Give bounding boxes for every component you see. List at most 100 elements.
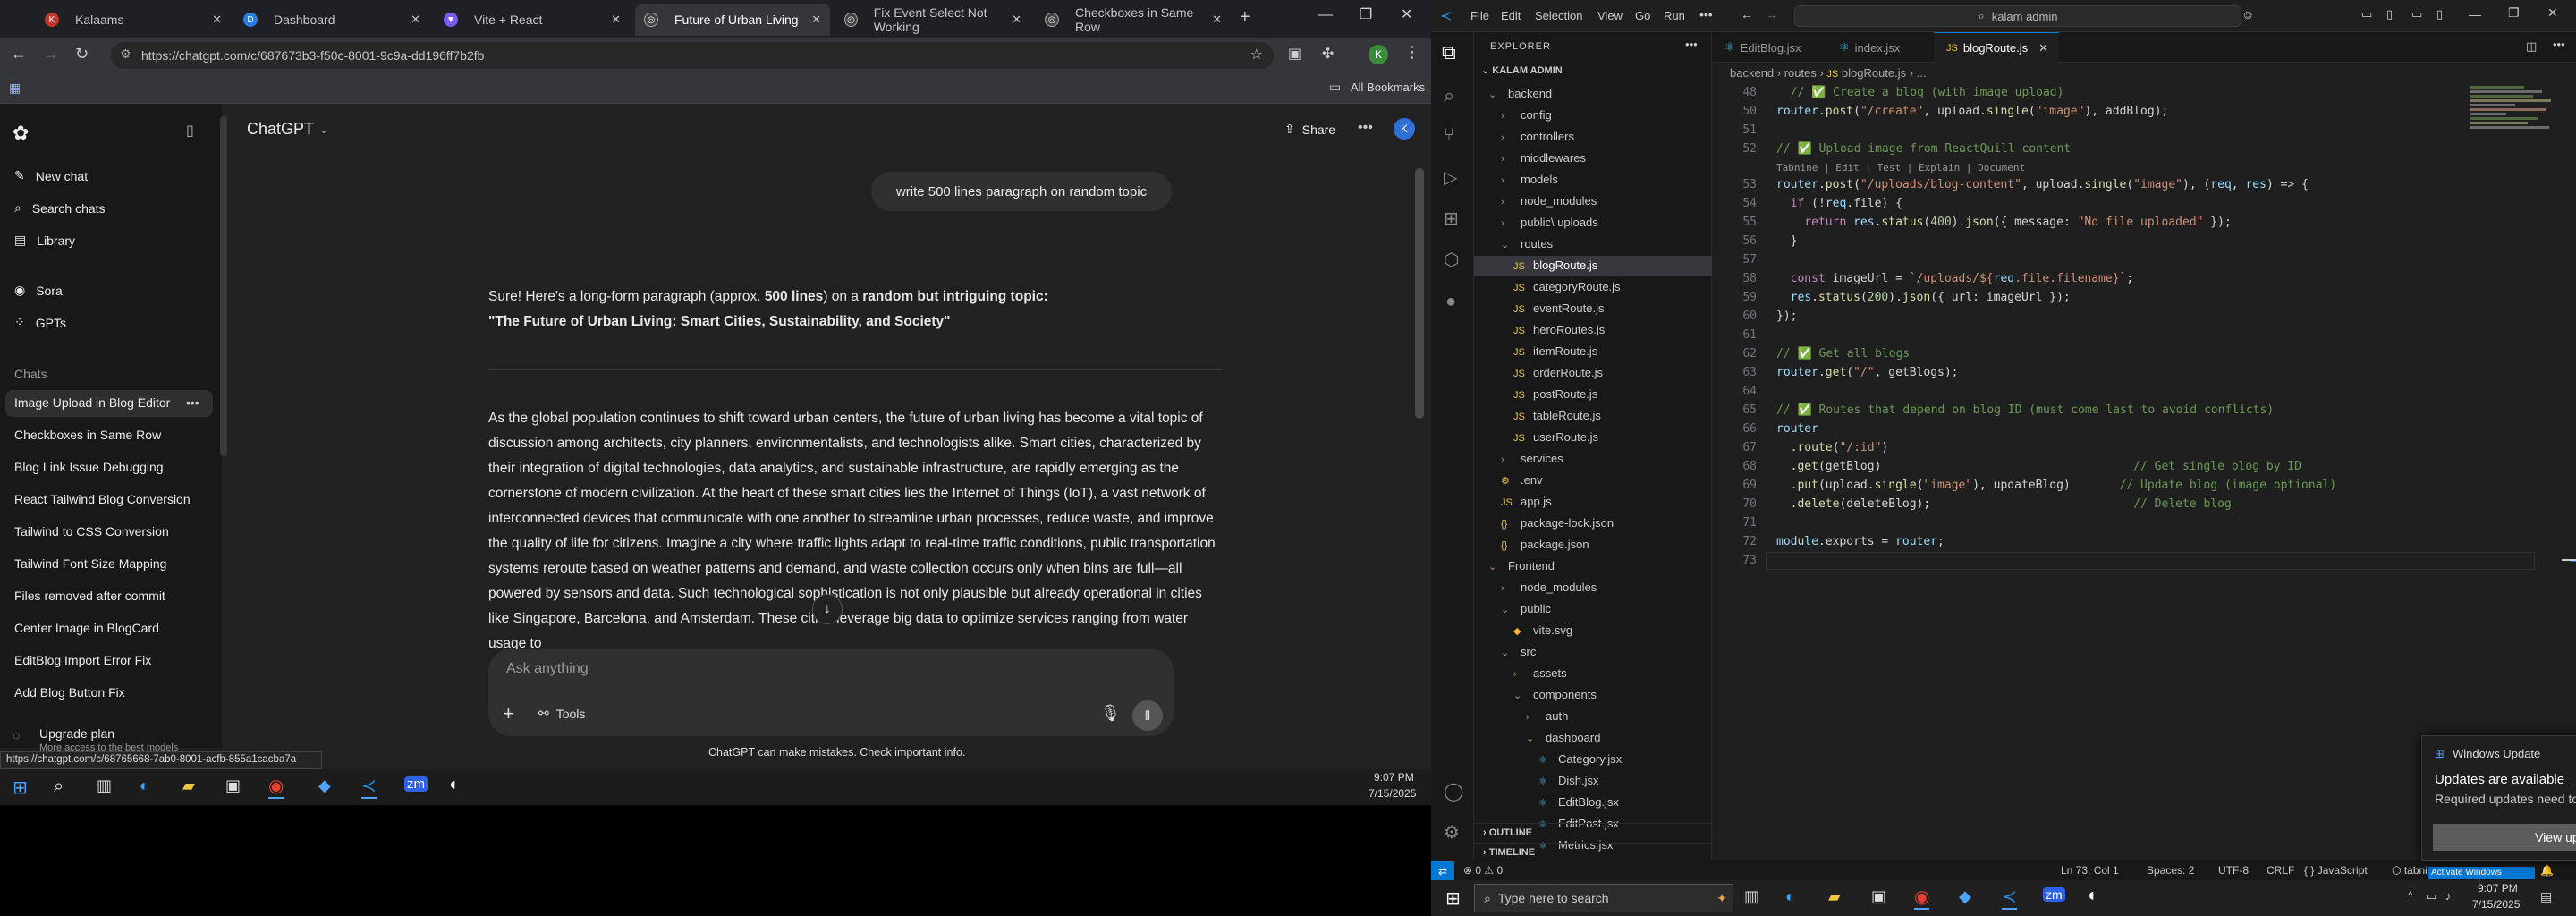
- tree-folder[interactable]: ⌄ backend: [1474, 84, 1712, 104]
- command-center-search[interactable]: ⌕ kalam admin: [1794, 5, 2241, 27]
- tree-folder[interactable]: › node_modules: [1474, 191, 1712, 211]
- code-line[interactable]: // ✅ Upload image from ReactQuill conten…: [1776, 140, 2071, 157]
- chat-item[interactable]: Add Blog Button Fix: [14, 685, 125, 700]
- workspace-header[interactable]: ⌄ KALAM ADMIN: [1481, 64, 1563, 76]
- notification-center-icon[interactable]: ▤: [2540, 889, 2552, 904]
- app-icon[interactable]: ◆: [318, 776, 331, 795]
- task-view-icon[interactable]: ▥: [1744, 887, 1759, 906]
- breadcrumb-item[interactable]: backend: [1730, 66, 1774, 80]
- tree-folder[interactable]: › models: [1474, 170, 1712, 190]
- volume-icon[interactable]: ♪: [2445, 889, 2452, 903]
- tree-folder[interactable]: › controllers: [1474, 127, 1712, 147]
- close-tab-icon[interactable]: ✕: [811, 13, 821, 27]
- tree-folder[interactable]: ⌄ src: [1474, 642, 1712, 662]
- timeline-section[interactable]: › TIMELINE: [1474, 843, 1712, 862]
- code-line[interactable]: });: [1776, 308, 1797, 325]
- tree-file[interactable]: {} package.json: [1474, 535, 1712, 555]
- close-window-icon[interactable]: ✕: [1401, 5, 1412, 23]
- code-line[interactable]: if (!req.file) {: [1776, 195, 1902, 212]
- chat-item[interactable]: Tailwind Font Size Mapping: [14, 556, 166, 571]
- forward-icon[interactable]: →: [43, 45, 59, 64]
- code-line[interactable]: // ✅ Get all blogs: [1776, 345, 1910, 362]
- chat-options-icon[interactable]: •••: [186, 395, 199, 410]
- tree-file[interactable]: JS orderRoute.js: [1474, 363, 1712, 383]
- code-line[interactable]: }: [1776, 233, 1798, 250]
- tree-folder[interactable]: ⌄ public: [1474, 599, 1712, 619]
- new-tab-icon[interactable]: +: [1240, 7, 1250, 28]
- gpts-button[interactable]: ⁘ GPTs: [14, 315, 66, 330]
- settings-gear-icon[interactable]: ⚙: [1444, 821, 1460, 844]
- app-icon[interactable]: ◖: [2086, 886, 2097, 906]
- windows-start-icon[interactable]: ⊞: [13, 776, 28, 799]
- tray-chevron-icon[interactable]: ^: [2408, 889, 2413, 902]
- code-line[interactable]: // ✅ Create a blog (with image upload): [1776, 84, 2064, 101]
- split-editor-icon[interactable]: ◫: [2526, 39, 2537, 54]
- app-icon[interactable]: ◖: [447, 775, 458, 795]
- chat-item[interactable]: Tailwind to CSS Conversion: [14, 524, 169, 539]
- library-button[interactable]: ▤ Library: [14, 233, 75, 248]
- tree-folder[interactable]: ⌄ Frontend: [1474, 556, 1712, 576]
- chrome-tab-dashboard[interactable]: D Dashboard ✕: [234, 4, 429, 36]
- apps-icon[interactable]: ▦: [9, 81, 21, 96]
- code-line[interactable]: res.status(200).json({ url: imageUrl });: [1776, 289, 2071, 306]
- codelens[interactable]: Tabnine | Edit | Test | Explain | Docume…: [1776, 159, 2025, 176]
- chrome-icon[interactable]: ◉: [268, 775, 284, 799]
- view-updates-button[interactable]: View updates: [2433, 824, 2576, 851]
- attach-icon[interactable]: +: [503, 702, 514, 725]
- breadcrumb-item[interactable]: ...: [1917, 66, 1927, 80]
- editor-tab[interactable]: ⚛ EditBlog.jsx: [1712, 32, 1826, 63]
- tree-file[interactable]: JS app.js: [1474, 492, 1712, 512]
- all-bookmarks-label[interactable]: All Bookmarks: [1351, 81, 1425, 94]
- extensions-icon[interactable]: ⊞: [1444, 208, 1459, 230]
- sora-button[interactable]: ◉ Sora: [14, 283, 63, 298]
- notifications-bell-icon[interactable]: 🔔: [2540, 864, 2554, 877]
- close-tab-icon[interactable]: ✕: [212, 13, 222, 27]
- profile-avatar[interactable]: K: [1368, 45, 1388, 64]
- code-line[interactable]: .put(upload.single("image"), updateBlog)…: [1776, 477, 2337, 494]
- remote-indicator-icon[interactable]: ⇄: [1431, 861, 1454, 880]
- close-tab-icon[interactable]: ✕: [2038, 41, 2048, 55]
- bookmark-star-icon[interactable]: ☆: [1250, 46, 1263, 64]
- scroll-down-button[interactable]: ↓: [812, 594, 843, 624]
- site-info-icon[interactable]: ⚙: [120, 47, 131, 62]
- prompt-input[interactable]: Ask anything: [506, 661, 589, 677]
- menu-view[interactable]: View: [1597, 9, 1623, 22]
- chrome-tab-future-urban[interactable]: ◎ Future of Urban Living ✕: [635, 4, 830, 36]
- close-tab-icon[interactable]: ✕: [611, 13, 621, 27]
- cursor-position[interactable]: Ln 73, Col 1: [2061, 864, 2119, 877]
- remote-icon[interactable]: ⬡: [1444, 249, 1459, 271]
- search-icon[interactable]: ⌕: [1444, 84, 1454, 107]
- code-line[interactable]: router: [1776, 420, 1818, 437]
- zoom-icon[interactable]: zm: [404, 776, 428, 792]
- encoding[interactable]: UTF-8: [2218, 864, 2249, 877]
- line-ending[interactable]: CRLF: [2267, 864, 2294, 877]
- tree-folder[interactable]: › public\ uploads: [1474, 213, 1712, 233]
- tree-folder[interactable]: ⌄ dashboard: [1474, 728, 1712, 748]
- layout-icon[interactable]: ▭: [2361, 7, 2372, 21]
- copilot-icon[interactable]: ☺: [2241, 7, 2254, 21]
- tree-folder[interactable]: › middlewares: [1474, 148, 1712, 168]
- toggle-sidebar-icon[interactable]: ▯: [2386, 7, 2393, 21]
- language-mode[interactable]: { } JavaScript: [2304, 864, 2368, 877]
- chat-item[interactable]: EditBlog Import Error Fix: [14, 653, 151, 667]
- nav-forward-icon[interactable]: →: [1766, 7, 1778, 21]
- editor-more-icon[interactable]: •••: [2553, 38, 2565, 51]
- code-line[interactable]: .get(getBlog) // Get single blog by ID: [1776, 458, 2301, 475]
- share-button[interactable]: ⇪ Share: [1284, 122, 1335, 137]
- tree-folder[interactable]: › auth: [1474, 707, 1712, 726]
- menu-edit[interactable]: Edit: [1501, 9, 1521, 22]
- minimize-icon[interactable]: —: [1318, 7, 1333, 23]
- code-line[interactable]: // ✅ Routes that depend on blog ID (must…: [1776, 402, 2274, 419]
- code-line[interactable]: const imageUrl = `/uploads/${req.file.fi…: [1776, 270, 2134, 287]
- menu-file[interactable]: File: [1470, 9, 1489, 22]
- code-line[interactable]: .route("/:id"): [1776, 439, 1889, 456]
- explorer-more-icon[interactable]: •••: [1685, 38, 1698, 51]
- chrome-icon[interactable]: ◉: [1914, 886, 1930, 910]
- tree-file[interactable]: JS categoryRoute.js: [1474, 277, 1712, 297]
- problems-indicator[interactable]: ⊗ 0 ⚠ 0: [1463, 864, 1503, 877]
- chat-item[interactable]: Center Image in BlogCard: [14, 621, 159, 635]
- openai-logo-icon[interactable]: ✿: [13, 122, 29, 145]
- tools-button[interactable]: ⚯ Tools: [538, 706, 585, 721]
- extensions-puzzle-icon[interactable]: ✣: [1322, 45, 1334, 63]
- toggle-secondary-icon[interactable]: ▯: [2436, 7, 2443, 21]
